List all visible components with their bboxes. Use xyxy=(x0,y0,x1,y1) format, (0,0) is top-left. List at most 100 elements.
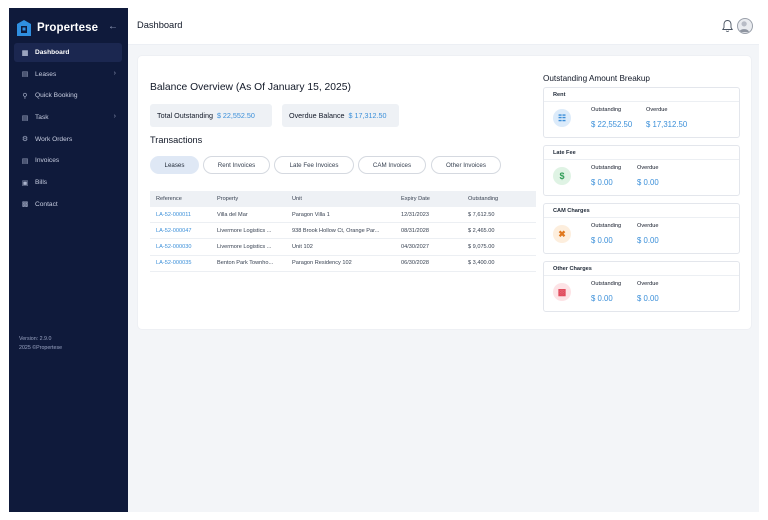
breakup-card-title: Late Fee xyxy=(544,146,739,160)
breakup-card-rent: Rent ☷ Outstanding Overdue $ 22,552.50 $… xyxy=(543,87,740,138)
top-bar: Dashboard xyxy=(128,8,759,45)
column-header-reference[interactable]: Reference xyxy=(150,196,217,202)
reference-link[interactable]: LA-52-000011 xyxy=(150,212,217,218)
brand-name: Propertese xyxy=(37,22,99,34)
column-header-outstanding[interactable]: Outstanding xyxy=(468,196,536,202)
outstanding-label: Outstanding xyxy=(591,223,622,229)
wrench-icon: ✖ xyxy=(553,225,571,243)
expiry-date-cell: 12/31/2023 xyxy=(401,211,429,218)
reference-link[interactable]: LA-52-000035 xyxy=(150,260,217,266)
expiry-date-cell: 06/30/2028 xyxy=(401,260,429,267)
expiry-date-cell: 08/31/2028 xyxy=(401,227,429,234)
outstanding-value: $ 0.00 xyxy=(591,294,613,303)
overdue-label: Overdue xyxy=(637,223,659,229)
sidebar-item-label: Invoices xyxy=(35,157,60,165)
outstanding-label: Outstanding xyxy=(591,281,622,287)
overdue-balance-value: $ 17,312.50 xyxy=(348,111,387,120)
balance-overview-title: Balance Overview (As Of January 15, 2025… xyxy=(150,82,351,93)
sidebar-item-label: Dashboard xyxy=(35,49,70,56)
table-row[interactable]: LA-52-000035 Benton Park Townho... Parag… xyxy=(150,256,536,272)
brand[interactable]: Propertese ← xyxy=(17,18,122,38)
overdue-label: Overdue xyxy=(637,165,659,171)
booking-icon: ⚲ xyxy=(22,92,28,100)
transactions-table: Reference Property Unit Expiry Date Outs… xyxy=(150,191,536,272)
reference-link[interactable]: LA-52-000030 xyxy=(150,244,217,250)
breakup-card-title: CAM Charges xyxy=(544,204,739,218)
breakup-card-cam-charges: CAM Charges ✖ Outstanding Overdue $ 0.00… xyxy=(543,203,740,254)
property-cell: Benton Park Townho... xyxy=(217,260,274,267)
invoice-icon: ▤ xyxy=(21,157,29,165)
breakup-card-late-fee: Late Fee $ Outstanding Overdue $ 0.00 $ … xyxy=(543,145,740,196)
sidebar-item-task[interactable]: ▤ Task › xyxy=(14,108,122,127)
outstanding-cell: $ 2,465.00 xyxy=(468,227,495,234)
overdue-label: Overdue xyxy=(646,107,668,113)
tab-other-invoices[interactable]: Other Invoices xyxy=(431,156,501,174)
table-row[interactable]: LA-52-000030 Livermore Logistics ... Uni… xyxy=(150,239,536,256)
version-info: Version: 2.9.0 2025 ©Propertese xyxy=(19,335,62,352)
outstanding-label: Outstanding xyxy=(591,107,622,113)
expiry-date-cell: 04/30/2027 xyxy=(401,243,429,250)
property-cell: Livermore Logistics ... xyxy=(217,243,272,250)
version-text: Version: 2.9.0 xyxy=(19,336,52,342)
reference-link[interactable]: LA-52-000047 xyxy=(150,228,217,234)
property-cell: Villa del Mar xyxy=(217,211,248,218)
sidebar-item-work-orders[interactable]: ⚙ Work Orders xyxy=(14,130,122,149)
sidebar-item-invoices[interactable]: ▤ Invoices xyxy=(14,151,122,170)
tools-icon: ⚙ xyxy=(21,136,29,144)
document-icon: ▤ xyxy=(21,71,29,79)
chevron-right-icon: › xyxy=(113,69,116,77)
column-header-expiry-date[interactable]: Expiry Date xyxy=(401,196,468,202)
outstanding-value: $ 0.00 xyxy=(591,236,613,245)
collapse-sidebar-icon[interactable]: ← xyxy=(108,21,118,32)
total-outstanding-summary: Total Outstanding $ 22,552.50 xyxy=(150,104,272,127)
property-cell: Livermore Logistics ... xyxy=(217,227,272,234)
chevron-right-icon: › xyxy=(113,113,116,121)
overdue-value: $ 0.00 xyxy=(637,294,659,303)
avatar[interactable] xyxy=(737,18,753,34)
breakup-title: Outstanding Amount Breakup xyxy=(543,74,650,83)
table-row[interactable]: LA-52-000047 Livermore Logistics ... 938… xyxy=(150,223,536,240)
copyright-text: 2025 ©Propertese xyxy=(19,344,63,351)
sidebar-item-bills[interactable]: ▣ Bills xyxy=(14,173,122,192)
outstanding-value: $ 0.00 xyxy=(591,178,613,187)
total-outstanding-label: Total Outstanding xyxy=(157,111,213,120)
sidebar-item-contact[interactable]: ▩ Contact xyxy=(14,195,122,214)
tab-late-fee-invoices[interactable]: Late Fee Invoices xyxy=(274,156,354,174)
overdue-value: $ 17,312.50 xyxy=(646,120,688,129)
bell-icon[interactable] xyxy=(721,19,734,33)
overdue-label: Overdue xyxy=(637,281,659,287)
unit-cell: Paragon Residency 102 xyxy=(292,260,352,267)
breakup-card-title: Other Charges xyxy=(544,262,739,276)
table-row[interactable]: LA-52-000011 Villa del Mar Paragon Villa… xyxy=(150,207,536,224)
outstanding-cell: $ 9,075.00 xyxy=(468,243,495,250)
column-header-unit[interactable]: Unit xyxy=(292,196,401,202)
unit-cell: 938 Brook Hollow Ct, Orange Par... xyxy=(292,227,380,234)
table-header: Reference Property Unit Expiry Date Outs… xyxy=(150,191,536,207)
money-bag-icon: $ xyxy=(553,167,571,185)
tab-cam-invoices[interactable]: CAM Invoices xyxy=(358,156,426,174)
overdue-value: $ 0.00 xyxy=(637,236,659,245)
sidebar-item-dashboard[interactable]: ▦ Dashboard xyxy=(14,43,122,62)
unit-cell: Paragon Villa 1 xyxy=(292,211,330,218)
outstanding-cell: $ 3,400.00 xyxy=(468,260,495,267)
sidebar: Propertese ← ▦ Dashboard ▤ Leases › ⚲ Qu… xyxy=(9,8,128,512)
sidebar-item-label: Bills xyxy=(35,179,48,187)
grid-icon: ▦ xyxy=(21,49,29,57)
outstanding-value: $ 22,552.50 xyxy=(591,120,633,129)
contact-icon: ▩ xyxy=(21,201,29,209)
breakup-card-title: Rent xyxy=(544,88,739,102)
outstanding-label: Outstanding xyxy=(591,165,622,171)
column-header-property[interactable]: Property xyxy=(217,196,292,202)
receipt-icon: ▩ xyxy=(553,283,571,301)
overdue-balance-label: Overdue Balance xyxy=(289,111,345,120)
sidebar-item-label: Work Orders xyxy=(35,135,73,143)
page-title: Dashboard xyxy=(137,20,183,30)
sidebar-item-leases[interactable]: ▤ Leases › xyxy=(14,65,122,84)
sidebar-item-quick-booking[interactable]: ⚲ Quick Booking xyxy=(14,86,122,105)
tab-leases[interactable]: Leases xyxy=(150,156,199,174)
bill-icon: ▣ xyxy=(21,179,29,187)
sidebar-item-label: Leases xyxy=(35,70,57,78)
tab-rent-invoices[interactable]: Rent Invoices xyxy=(203,156,270,174)
overdue-balance-summary: Overdue Balance $ 17,312.50 xyxy=(282,104,399,127)
app-window: Propertese ← ▦ Dashboard ▤ Leases › ⚲ Qu… xyxy=(9,8,759,512)
